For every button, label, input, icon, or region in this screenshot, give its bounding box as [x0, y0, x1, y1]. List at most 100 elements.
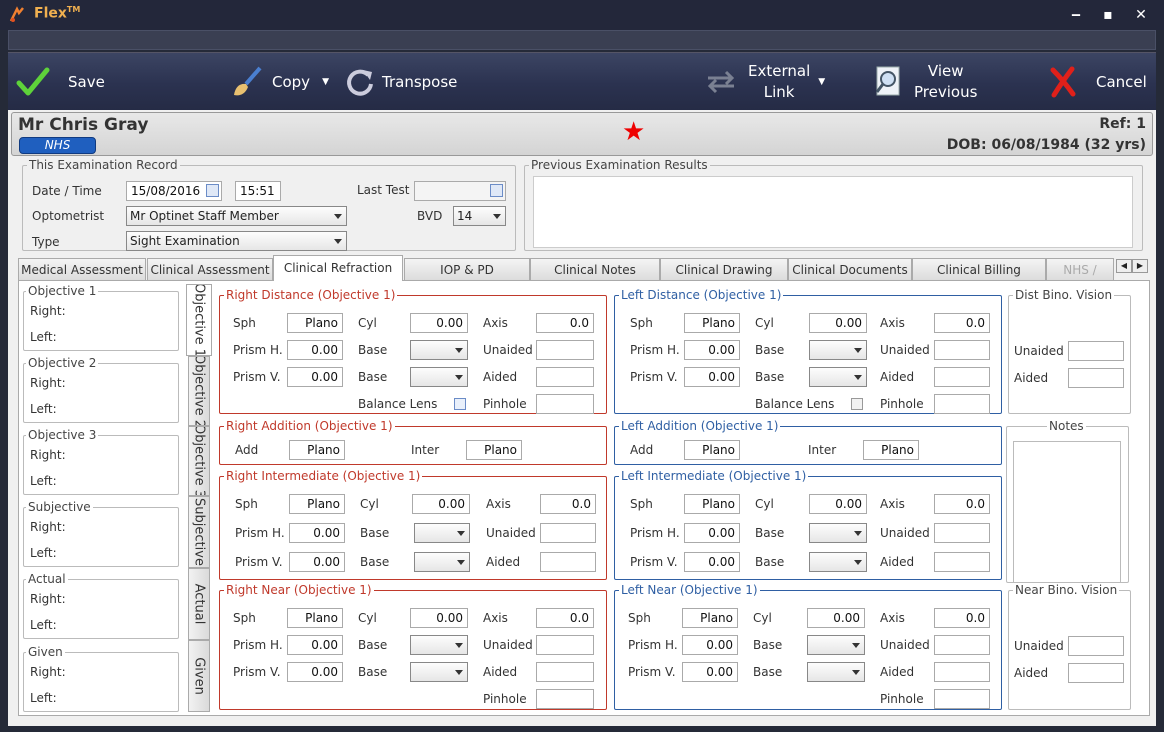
- close-window-button[interactable]: ✕: [1133, 8, 1149, 22]
- tab-clinical-refraction[interactable]: Clinical Refraction: [273, 255, 403, 281]
- bvd-select[interactable]: 14: [453, 206, 506, 226]
- left-near-pinhole-input[interactable]: [934, 689, 990, 709]
- calendar-icon[interactable]: [206, 184, 219, 197]
- left-near-base-h-select[interactable]: [807, 635, 865, 655]
- right-distance-unaided-input[interactable]: [536, 340, 594, 360]
- left-distance-pinhole-input[interactable]: [934, 394, 990, 414]
- external-link-dropdown-icon[interactable]: ▼: [818, 77, 825, 87]
- right-near-pinhole-input[interactable]: [536, 689, 594, 709]
- notes-textarea[interactable]: [1013, 441, 1121, 583]
- vtab-objective-3[interactable]: Objective 3: [188, 426, 210, 496]
- right-distance-axis-input[interactable]: 0.0: [536, 313, 594, 333]
- type-select[interactable]: Sight Examination: [126, 231, 347, 251]
- copy-dropdown-icon[interactable]: ▼: [322, 77, 329, 87]
- left-intermediate-prism-v-input[interactable]: 0.00: [684, 552, 740, 572]
- right-intermediate-unaided-input[interactable]: [540, 523, 596, 543]
- left-intermediate-base-h-select[interactable]: [809, 523, 867, 543]
- near-bino-aided-input[interactable]: [1068, 663, 1124, 683]
- right-intermediate-cyl-input[interactable]: 0.00: [412, 494, 470, 514]
- right-intermediate-sph-input[interactable]: Plano: [289, 494, 345, 514]
- tab-clinical-drawing[interactable]: Clinical Drawing: [660, 258, 788, 280]
- last-test-field[interactable]: [414, 181, 506, 201]
- right-near-sph-input[interactable]: Plano: [287, 608, 343, 628]
- tab-clinical-notes[interactable]: Clinical Notes: [530, 258, 660, 280]
- right-near-prism-v-input[interactable]: 0.00: [287, 662, 343, 682]
- date-field[interactable]: 15/08/2016: [126, 181, 222, 201]
- copy-button[interactable]: Copy ▼: [230, 53, 338, 111]
- right-distance-prism-h-input[interactable]: 0.00: [287, 340, 343, 360]
- vtab-subjective[interactable]: Subjective: [188, 496, 210, 568]
- tab-medical-assessment[interactable]: Medical Assessment: [18, 258, 146, 280]
- right-near-base-h-select[interactable]: [410, 635, 468, 655]
- tab-iop-pd[interactable]: IOP & PD: [404, 258, 530, 280]
- calendar-icon[interactable]: [490, 184, 503, 197]
- left-balance-lens-checkbox[interactable]: [851, 398, 863, 410]
- left-addition-add-input[interactable]: Plano: [684, 440, 740, 460]
- time-field[interactable]: 15:51: [235, 181, 281, 201]
- tab-clinical-billing[interactable]: Clinical Billing: [912, 258, 1046, 280]
- right-near-axis-input[interactable]: 0.0: [536, 608, 594, 628]
- left-intermediate-axis-input[interactable]: 0.0: [934, 494, 990, 514]
- tab-clinical-assessment[interactable]: Clinical Assessment: [147, 258, 273, 280]
- near-bino-unaided-input[interactable]: [1068, 636, 1124, 656]
- save-button[interactable]: Save: [16, 53, 116, 111]
- right-distance-cyl-input[interactable]: 0.00: [410, 313, 468, 333]
- left-distance-axis-input[interactable]: 0.0: [934, 313, 990, 333]
- left-near-aided-input[interactable]: [934, 662, 990, 682]
- right-distance-pinhole-input[interactable]: [536, 394, 594, 414]
- right-balance-lens-checkbox[interactable]: [454, 398, 466, 410]
- maximize-icon[interactable]: ▪: [1100, 8, 1116, 22]
- tab-nhs[interactable]: NHS /: [1046, 258, 1114, 280]
- left-distance-prism-h-input[interactable]: 0.00: [684, 340, 740, 360]
- right-intermediate-base-v-select[interactable]: [414, 552, 470, 572]
- left-distance-unaided-input[interactable]: [934, 340, 990, 360]
- tab-scroll-right-icon[interactable]: ▶: [1132, 259, 1148, 273]
- right-addition-inter-input[interactable]: Plano: [466, 440, 522, 460]
- vtab-objective-1[interactable]: Objective 1: [186, 284, 212, 356]
- left-near-prism-v-input[interactable]: 0.00: [682, 662, 738, 682]
- vtab-objective-2[interactable]: Objective 2: [188, 356, 210, 426]
- left-near-axis-input[interactable]: 0.0: [934, 608, 990, 628]
- right-intermediate-prism-v-input[interactable]: 0.00: [289, 552, 345, 572]
- cancel-button[interactable]: Cancel: [1048, 53, 1148, 111]
- left-distance-base-h-select[interactable]: [809, 340, 867, 360]
- left-intermediate-aided-input[interactable]: [934, 552, 990, 572]
- right-intermediate-axis-input[interactable]: 0.0: [540, 494, 596, 514]
- right-distance-prism-v-input[interactable]: 0.00: [287, 367, 343, 387]
- dist-bino-unaided-input[interactable]: [1068, 341, 1124, 361]
- right-near-base-v-select[interactable]: [410, 662, 468, 682]
- transpose-button[interactable]: Transpose: [344, 53, 464, 111]
- left-near-sph-input[interactable]: Plano: [682, 608, 738, 628]
- left-near-unaided-input[interactable]: [934, 635, 990, 655]
- right-intermediate-prism-h-input[interactable]: 0.00: [289, 523, 345, 543]
- right-distance-base-v-select[interactable]: [410, 367, 468, 387]
- left-near-prism-h-input[interactable]: 0.00: [682, 635, 738, 655]
- right-distance-sph-input[interactable]: Plano: [287, 313, 343, 333]
- vtab-given[interactable]: Given: [188, 640, 210, 712]
- vtab-actual[interactable]: Actual: [188, 568, 210, 640]
- left-intermediate-prism-h-input[interactable]: 0.00: [684, 523, 740, 543]
- left-addition-inter-input[interactable]: Plano: [863, 440, 919, 460]
- right-near-prism-h-input[interactable]: 0.00: [287, 635, 343, 655]
- left-near-base-v-select[interactable]: [807, 662, 865, 682]
- right-addition-add-input[interactable]: Plano: [289, 440, 345, 460]
- left-distance-aided-input[interactable]: [934, 367, 990, 387]
- right-near-unaided-input[interactable]: [536, 635, 594, 655]
- right-intermediate-aided-input[interactable]: [540, 552, 596, 572]
- tab-clinical-documents[interactable]: Clinical Documents: [788, 258, 912, 280]
- tab-scroll-left-icon[interactable]: ◀: [1116, 259, 1132, 273]
- left-distance-cyl-input[interactable]: 0.00: [809, 313, 867, 333]
- view-previous-button[interactable]: View Previous: [874, 53, 984, 111]
- left-distance-sph-input[interactable]: Plano: [684, 313, 740, 333]
- optometrist-select[interactable]: Mr Optinet Staff Member: [126, 206, 347, 226]
- dist-bino-aided-input[interactable]: [1068, 368, 1124, 388]
- right-near-cyl-input[interactable]: 0.00: [410, 608, 468, 628]
- left-distance-prism-v-input[interactable]: 0.00: [684, 367, 740, 387]
- external-link-button[interactable]: External Link ▼: [704, 53, 830, 111]
- left-near-cyl-input[interactable]: 0.00: [807, 608, 865, 628]
- right-intermediate-base-h-select[interactable]: [414, 523, 470, 543]
- left-intermediate-base-v-select[interactable]: [809, 552, 867, 572]
- left-intermediate-cyl-input[interactable]: 0.00: [809, 494, 867, 514]
- left-intermediate-unaided-input[interactable]: [934, 523, 990, 543]
- right-distance-base-h-select[interactable]: [410, 340, 468, 360]
